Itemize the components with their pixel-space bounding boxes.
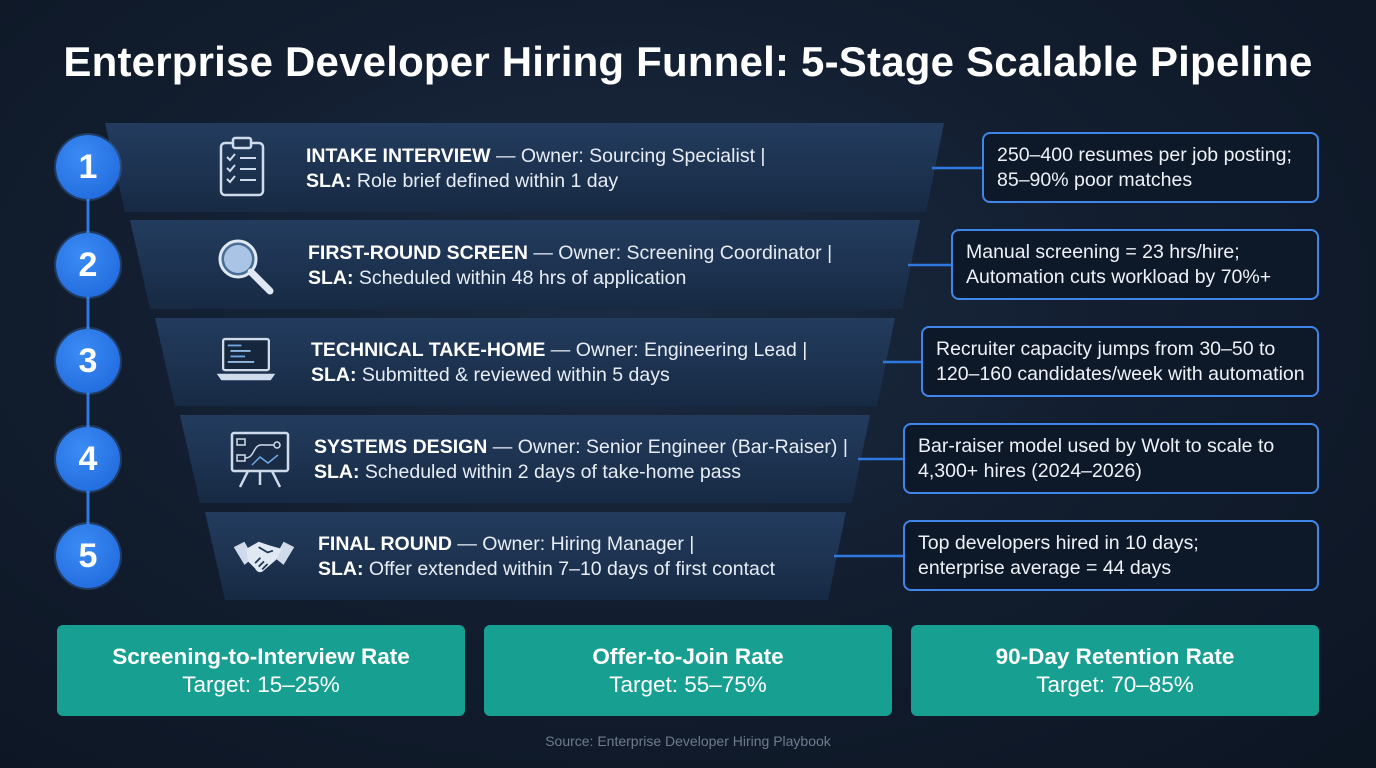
whiteboard-diagram-icon: [230, 431, 290, 488]
stage-2-text: FIRST-ROUND SCREEN — Owner: Screening Co…: [308, 241, 832, 291]
stat-3-line-1: Recruiter capacity jumps from 30–50 to: [936, 338, 1276, 360]
kpi-name: Screening-to-Interview Rate: [112, 644, 410, 669]
step-number-4: 4: [56, 427, 120, 491]
stage-5-name: FINAL ROUND: [318, 533, 452, 555]
stage-5-sla: Offer extended within 7–10 days of first…: [363, 558, 776, 580]
stage-3-owner: — Owner: Engineering Lead |: [545, 339, 808, 361]
clipboard-checklist-icon: [219, 136, 265, 197]
stage-4-text: SYSTEMS DESIGN — Owner: Senior Engineer …: [314, 435, 848, 485]
kpi-name: Offer-to-Join Rate: [592, 644, 784, 669]
stat-box-2: Manual screening = 23 hrs/hire; Automati…: [951, 229, 1319, 300]
laptop-code-icon: [216, 337, 276, 381]
stat-box-5: Top developers hired in 10 days; enterpr…: [903, 520, 1319, 591]
kpi-target: Target: 70–85%: [1036, 672, 1194, 697]
stage-1-owner: — Owner: Sourcing Specialist |: [490, 145, 766, 167]
stage-3-name: TECHNICAL TAKE-HOME: [311, 339, 546, 361]
stat-1-line-2: 85–90% poor matches: [997, 168, 1193, 191]
handshake-icon: [233, 541, 295, 573]
stat-4-line-1: Bar-raiser model used by Wolt to scale t…: [918, 435, 1275, 457]
stage-5-text: FINAL ROUND — Owner: Hiring Manager | SL…: [318, 532, 775, 582]
stage-1-text: INTAKE INTERVIEW — Owner: Sourcing Speci…: [306, 144, 765, 194]
stat-box-3: Recruiter capacity jumps from 30–50 to 1…: [921, 326, 1319, 397]
stage-2-name: FIRST-ROUND SCREEN: [308, 242, 528, 264]
step-number-1: 1: [56, 135, 120, 199]
stage-4-owner: — Owner: Senior Engineer (Bar-Raiser) |: [487, 436, 848, 458]
stat-4-line-2: 4,300+ hires (2024–2026): [918, 459, 1142, 482]
stage-4-sla-label: SLA:: [314, 461, 360, 483]
stage-2-sla: Scheduled within 48 hrs of application: [353, 267, 687, 289]
stage-1-name: INTAKE INTERVIEW: [306, 145, 491, 167]
kpi-target: Target: 55–75%: [609, 672, 767, 697]
stage-1-sla-label: SLA:: [306, 170, 352, 192]
stage-3-text: TECHNICAL TAKE-HOME — Owner: Engineering…: [311, 338, 807, 388]
stat-2-line-2: Automation cuts workload by 70%+: [966, 265, 1272, 288]
stat-5-line-1: Top developers hired in 10 days;: [918, 532, 1199, 554]
kpi-card-screening: Screening-to-Interview Rate Target: 15–2…: [57, 625, 465, 716]
stage-4-name: SYSTEMS DESIGN: [314, 436, 488, 458]
stage-3-sla: Submitted & reviewed within 5 days: [356, 364, 670, 386]
stage-2-sla-label: SLA:: [308, 267, 354, 289]
stage-2-owner: — Owner: Screening Coordinator |: [527, 242, 833, 264]
stat-3-line-2: 120–160 candidates/week with automation: [936, 362, 1305, 385]
kpi-card-offer: Offer-to-Join Rate Target: 55–75%: [484, 625, 892, 716]
stage-5-owner: — Owner: Hiring Manager |: [451, 533, 695, 555]
step-number-2: 2: [56, 233, 120, 297]
stage-3-sla-label: SLA:: [311, 364, 357, 386]
stat-2-line-1: Manual screening = 23 hrs/hire;: [966, 241, 1240, 263]
stat-1-line-1: 250–400 resumes per job posting;: [997, 144, 1292, 166]
stat-5-line-2: enterprise average = 44 days: [918, 556, 1172, 579]
step-number-5: 5: [56, 524, 120, 588]
stat-box-1: 250–400 resumes per job posting; 85–90% …: [982, 132, 1319, 203]
stat-box-4: Bar-raiser model used by Wolt to scale t…: [903, 423, 1319, 494]
source-caption: Source: Enterprise Developer Hiring Play…: [545, 733, 831, 749]
magnifying-glass-icon: [218, 239, 274, 295]
kpi-card-retention: 90-Day Retention Rate Target: 70–85%: [911, 625, 1319, 716]
stage-5-sla-label: SLA:: [318, 558, 364, 580]
step-number-3: 3: [56, 329, 120, 393]
stage-1-sla: Role brief defined within 1 day: [351, 170, 619, 192]
kpi-name: 90-Day Retention Rate: [995, 644, 1235, 669]
kpi-target: Target: 15–25%: [182, 672, 340, 697]
stage-4-sla: Scheduled within 2 days of take-home pas…: [359, 461, 742, 483]
